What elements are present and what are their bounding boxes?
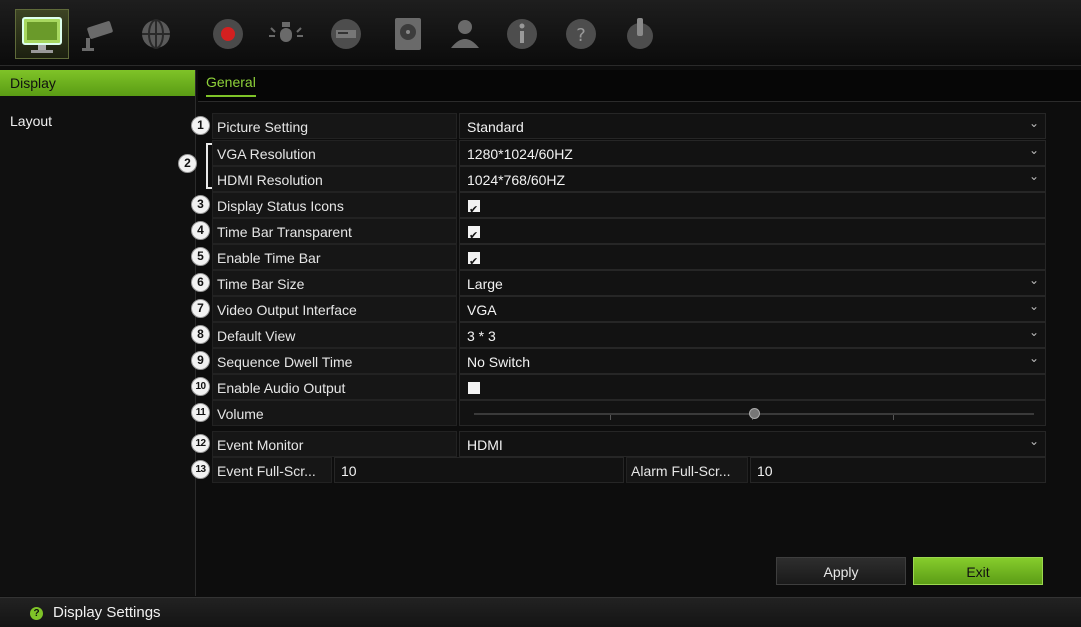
slider-handle[interactable] [749, 408, 760, 419]
field-label: Enable Time Bar [212, 244, 457, 270]
field-label: Time Bar Transparent [212, 218, 457, 244]
callout-number: 1 [191, 116, 210, 135]
tab-bar: General [198, 70, 1081, 102]
callout-number: 7 [191, 299, 210, 318]
row-sequence-dwell-time: 9 Sequence Dwell Time No Switch [191, 345, 1046, 374]
sidebar-item-display[interactable]: Display [0, 70, 195, 96]
slider-tick [893, 415, 894, 420]
row-time-bar-size: 6 Time Bar Size Large [191, 267, 1046, 296]
field-label: Enable Audio Output [212, 374, 457, 400]
event-monitor-select[interactable]: HDMI [459, 428, 1046, 457]
sidebar-item-layout[interactable]: Layout [0, 108, 195, 134]
enable-audio-output-checkbox[interactable] [468, 382, 480, 394]
row-time-bar-transparent: 4 Time Bar Transparent [191, 218, 1046, 249]
time-bar-transparent-checkbox[interactable] [468, 223, 480, 249]
event-full-screen-label: Event Full-Scr... [212, 457, 332, 483]
field-label: Display Status Icons [212, 192, 457, 218]
device-icon[interactable] [323, 12, 369, 56]
field-label: Time Bar Size [212, 270, 457, 296]
sequence-dwell-time-select[interactable]: No Switch [459, 345, 1046, 374]
status-bar: ? Display Settings [0, 597, 1081, 627]
time-bar-size-select[interactable]: Large [459, 267, 1046, 296]
info-icon[interactable] [499, 12, 545, 56]
record-icon[interactable] [205, 12, 251, 56]
event-full-screen-input[interactable]: 10 [334, 457, 624, 483]
user-icon[interactable] [442, 12, 488, 56]
picture-setting-select[interactable]: Standard [459, 110, 1046, 139]
field-label: Video Output Interface [212, 296, 457, 322]
exit-button[interactable]: Exit [913, 557, 1043, 585]
status-text: Display Settings [53, 604, 161, 621]
row-video-output-interface: 7 Video Output Interface VGA [191, 293, 1046, 322]
callout-number: 9 [191, 351, 210, 370]
network-icon[interactable] [133, 12, 179, 56]
apply-button[interactable]: Apply [776, 557, 906, 585]
checkbox-cell [459, 374, 1046, 400]
video-output-interface-select[interactable]: VGA [459, 293, 1046, 322]
camera-icon[interactable] [78, 12, 124, 56]
callout-number: 6 [191, 273, 210, 292]
hdd-icon[interactable] [385, 12, 431, 56]
main-toolbar: ? [0, 0, 1081, 66]
callout-number: 11 [191, 403, 210, 422]
callout-number: 4 [191, 221, 210, 240]
row-default-view: 8 Default View 3 * 3 [191, 319, 1046, 348]
volume-slider[interactable] [459, 400, 1046, 426]
display-status-icons-checkbox[interactable] [468, 197, 480, 223]
row-picture-setting: 1 Picture Setting Standard [191, 110, 1046, 139]
default-view-select[interactable]: 3 * 3 [459, 319, 1046, 348]
row-hdmi-resolution: HDMI Resolution 1024*768/60HZ [195, 163, 1046, 192]
checkbox-cell [459, 192, 1046, 223]
tab-general[interactable]: General [206, 74, 256, 97]
field-label: Volume [212, 400, 457, 426]
callout-number: 12 [191, 434, 210, 453]
help-icon: ? [30, 607, 43, 620]
svg-text:?: ? [576, 25, 586, 46]
field-label: Picture Setting [212, 113, 457, 139]
row-display-status-icons: 3 Display Status Icons [191, 192, 1046, 223]
power-icon[interactable] [617, 12, 663, 56]
callout-number: 3 [191, 195, 210, 214]
alarm-icon[interactable] [263, 12, 309, 56]
row-enable-audio-output: 10 Enable Audio Output [191, 374, 1046, 400]
help-icon[interactable]: ? [558, 12, 604, 56]
callout-number: 13 [191, 460, 210, 479]
display-icon[interactable] [15, 9, 69, 59]
row-volume: 11 Volume [191, 400, 1046, 426]
field-label: Default View [212, 322, 457, 348]
alarm-full-screen-label: Alarm Full-Scr... [626, 457, 748, 483]
hdmi-resolution-select[interactable]: 1024*768/60HZ [459, 163, 1046, 192]
row-event-monitor: 12 Event Monitor HDMI [191, 428, 1046, 457]
field-label: Sequence Dwell Time [212, 348, 457, 374]
checkbox-cell [459, 244, 1046, 275]
callout-number: 8 [191, 325, 210, 344]
row-vga-resolution: 2 VGA Resolution 1280*1024/60HZ [178, 137, 1046, 173]
field-label: Event Monitor [212, 431, 457, 457]
row-full-screen-times: 13 Event Full-Scr... 10 Alarm Full-Scr..… [191, 457, 1046, 483]
enable-time-bar-checkbox[interactable] [468, 249, 480, 275]
slider-tick [610, 415, 611, 420]
field-label: HDMI Resolution [212, 166, 457, 192]
sidebar: Display Layout [0, 70, 196, 596]
row-enable-time-bar: 5 Enable Time Bar [191, 244, 1046, 275]
field-label: VGA Resolution [212, 140, 457, 166]
vga-resolution-select[interactable]: 1280*1024/60HZ [459, 137, 1046, 166]
callout-number: 10 [191, 377, 210, 396]
checkbox-cell [459, 218, 1046, 249]
alarm-full-screen-input[interactable]: 10 [750, 457, 1046, 483]
callout-number: 5 [191, 247, 210, 266]
